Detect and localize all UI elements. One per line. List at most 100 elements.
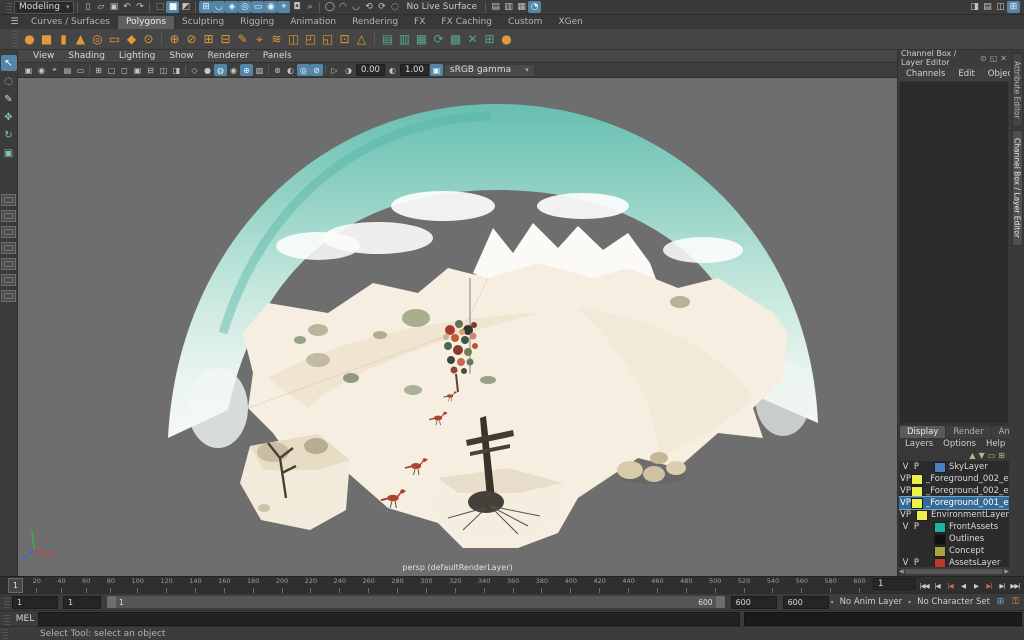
viewport-menu-item[interactable]: Panels [256,51,299,61]
_Foreground_001_es:Er[interactable]: V P _Foreground_001_es:Er [899,497,1009,509]
camera-attributes-icon[interactable]: ⌖ [48,64,61,76]
checker-icon[interactable]: ▩ [447,31,464,48]
snap-point-icon[interactable]: ◈ [225,1,238,13]
poly-platonic-icon[interactable]: ⊙ [140,31,157,48]
anti-alias-icon[interactable]: ⊘ [310,64,323,76]
timeline-tick[interactable]: 400 [565,577,577,594]
ring-icon-1[interactable]: ◯ [323,1,336,13]
create-layer-from-selected-icon[interactable]: ⊞ [998,451,1005,460]
layer-playback-toggle[interactable]: P [911,522,922,532]
field-chart-icon[interactable]: ⊟ [144,64,157,76]
snap-grid-icon[interactable]: ⊞ [199,1,212,13]
shelf-tab[interactable]: Polygons [118,16,174,29]
layer-color-swatch[interactable] [934,534,946,545]
bridge-icon[interactable]: ◫ [285,31,302,48]
shelf-tab[interactable]: Custom [500,16,550,29]
animation-end-field[interactable]: 600 [783,596,829,609]
safe-title-icon[interactable]: ◨ [170,64,183,76]
move-layer-up-icon[interactable]: ▲ [969,451,975,460]
shelf-tab[interactable]: XGen [550,16,590,29]
timeline-tick[interactable]: 280 [391,577,403,594]
new-scene-icon[interactable]: ▯ [81,1,94,13]
highlight-selection-icon[interactable]: ⌕ [303,1,316,13]
layer-playback-toggle[interactable]: P [906,510,911,520]
poly-sphere-icon[interactable]: ● [21,31,38,48]
textured-icon[interactable]: ◍ [214,64,227,76]
toggle-channel-box-icon[interactable]: ◫ [994,1,1007,13]
viewport-menu-item[interactable]: View [26,51,61,61]
step-forward-key-button[interactable]: ▶| [983,579,995,592]
snap-curve-icon[interactable]: ◡ [212,1,225,13]
current-time-field[interactable]: 1 [873,578,915,590]
wireframe-on-shaded-icon[interactable]: ⊕ [240,64,253,76]
command-line-input[interactable] [38,612,740,626]
ring-icon-5[interactable]: ⟳ [375,1,388,13]
image-plane-icon[interactable]: ▭ [74,64,87,76]
shelf-grip[interactable] [12,31,18,47]
redo-icon[interactable]: ↷ [133,1,146,13]
lights-icon[interactable]: ⊛ [271,64,284,76]
lock-selection-icon[interactable]: ◘ [290,1,303,13]
lasso-tool[interactable]: ◌ [1,73,17,89]
timeline-tick[interactable]: 360 [507,577,519,594]
timeline-tick[interactable]: 380 [536,577,548,594]
toggle-tool-settings-icon[interactable]: ▤ [981,1,994,13]
safe-action-icon[interactable]: ◫ [157,64,170,76]
shelf-tab[interactable]: Rendering [344,16,406,29]
timeline-tick[interactable]: 40 [57,577,65,594]
timeline-tick[interactable]: 260 [363,577,375,594]
insert-edge-loop-icon[interactable]: ⊟ [217,31,234,48]
material-sphere-icon[interactable]: ● [498,31,515,48]
anim-layer-menu-icon[interactable]: ▾ [831,599,834,606]
FrontAssets[interactable]: V P FrontAssets [899,521,1009,533]
make-live-icon[interactable]: ◉ [264,1,277,13]
timeline-tick[interactable]: 160 [218,577,230,594]
ring-icon-3[interactable]: ◡ [349,1,362,13]
timeline-tick[interactable]: 580 [825,577,837,594]
select-component-icon[interactable]: ◩ [179,1,192,13]
_Foreground_002_es:Er[interactable]: V P _Foreground_002_es:Er [899,485,1009,497]
viewport-scene[interactable]: persp (defaultRenderLayer) [18,78,897,578]
layout-four-pane[interactable] [1,210,16,222]
timeline-tick[interactable]: 120 [160,577,172,594]
lock-camera-icon[interactable]: ◉ [35,64,48,76]
rotate-tool[interactable]: ↻ [1,127,17,143]
layer-visibility-toggle[interactable]: V [900,558,911,567]
occlusion-icon[interactable]: ◎ [297,64,310,76]
layer-color-swatch[interactable] [934,462,946,473]
ring-icon-4[interactable]: ⟲ [362,1,375,13]
channel-box-empty-area[interactable] [899,81,1009,424]
gamma-field[interactable]: 1.00 [400,64,429,76]
timeline-tick[interactable]: 480 [680,577,692,594]
open-scene-icon[interactable]: ▱ [94,1,107,13]
select-tool[interactable]: ↖ [1,55,17,71]
viewport-menu-item[interactable]: Lighting [112,51,162,61]
timeline-tick[interactable]: 320 [449,577,461,594]
timeline-tick[interactable]: 520 [738,577,750,594]
exposure-icon[interactable]: ◑ [342,64,355,76]
layer-color-swatch[interactable] [916,510,928,521]
combine-icon[interactable]: ⊕ [166,31,183,48]
layer-editor-menu-item[interactable]: Layers [901,439,937,449]
timeline-tick[interactable]: 440 [622,577,634,594]
anim-key-settings-icon[interactable]: ⊞ [994,596,1007,608]
undo-icon[interactable]: ↶ [120,1,133,13]
poly-plane-icon[interactable]: ▭ [106,31,123,48]
select-object-icon[interactable]: ■ [166,1,179,13]
shelf-tab[interactable]: Curves / Surfaces [23,16,118,29]
play-backwards-button[interactable]: ◀ [957,579,969,592]
isolate-select-icon[interactable]: ▷ [328,64,341,76]
layer-editor-tab[interactable]: Display [900,426,945,438]
shelf-tab[interactable]: FX Caching [433,16,500,29]
viewport-menu-item[interactable]: Renderer [201,51,256,61]
timeline-ticks[interactable]: 0204060801001201401601802002202402602803… [0,577,870,594]
range-slider[interactable]: 1 600 [107,596,725,608]
film-gate-icon[interactable]: ▢ [105,64,118,76]
character-set-menu-icon[interactable]: ▾ [908,599,911,606]
gate-mask-icon[interactable]: ▣ [131,64,144,76]
poly-disc-icon[interactable]: ◆ [123,31,140,48]
create-polygon-icon[interactable]: ✎ [234,31,251,48]
move-layer-down-icon[interactable]: ▼ [979,451,985,460]
timeline-tick[interactable]: 140 [189,577,201,594]
timeline-tick[interactable]: 420 [594,577,606,594]
